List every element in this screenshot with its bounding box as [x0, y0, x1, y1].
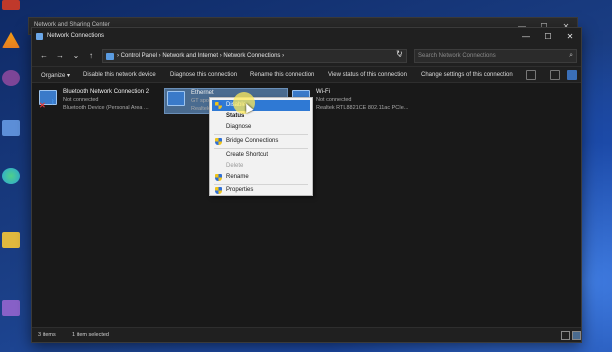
recent-locations-button[interactable]: ⌄	[70, 49, 82, 63]
edge-icon[interactable]	[0, 168, 22, 184]
connection-name: Ethernet	[191, 90, 214, 96]
folder-icon[interactable]	[0, 232, 22, 248]
connection-status: GT spor	[191, 98, 211, 104]
network-connections-app-icon	[36, 33, 43, 40]
menu-item-disable[interactable]: Disable	[212, 100, 310, 111]
admin-shield-icon	[215, 138, 222, 145]
admin-shield-icon	[215, 187, 222, 194]
connection-name: Wi-Fi	[316, 89, 330, 95]
refresh-button[interactable]: ↻	[396, 49, 403, 58]
connection-device: Realtek	[191, 106, 210, 112]
list-item-bluetooth[interactable]: ✕ ᛒ Bluetooth Network Connection 2 Not c…	[37, 88, 162, 114]
organize-menu[interactable]: Organize ▾	[41, 72, 70, 79]
bluetooth-icon: ᛒ	[51, 100, 55, 106]
menu-item-rename[interactable]: Rename	[212, 172, 310, 183]
minimize-button[interactable]: —	[515, 28, 537, 46]
vlc-icon[interactable]	[0, 32, 22, 48]
rename-button[interactable]: Rename this connection	[250, 72, 314, 78]
navigation-bar: ← → ⌄ ↑ › Control Panel › Network and In…	[32, 46, 581, 66]
menu-item-delete: Delete	[226, 163, 244, 169]
diagnose-button[interactable]: Diagnose this connection	[170, 72, 237, 78]
connection-status: Not connected	[63, 97, 99, 103]
view-status-button[interactable]: View status of this connection	[328, 72, 407, 78]
tiles-view-icon[interactable]	[572, 331, 581, 340]
connection-status: Not connected	[316, 97, 352, 103]
back-button[interactable]: ←	[38, 49, 50, 63]
search-placeholder: Search Network Connections	[418, 53, 496, 59]
command-bar: Organize ▾ Disable this network device D…	[32, 66, 581, 83]
control-panel-icon	[106, 53, 114, 60]
menu-item-diagnose[interactable]: Diagnose	[212, 122, 310, 133]
network-adapter-icon	[167, 91, 185, 106]
selection-count: 1 item selected	[72, 332, 109, 338]
forward-button[interactable]: →	[54, 49, 66, 63]
item-count: 3 items	[38, 332, 56, 338]
connection-device: Realtek RTL8821CE 802.11ac PCIe...	[316, 105, 409, 111]
menu-separator	[214, 148, 308, 149]
connection-device: Bluetooth Device (Personal Area ...	[63, 105, 149, 111]
status-bar: 3 items 1 item selected	[32, 327, 581, 342]
breadcrumb[interactable]: › Control Panel › Network and Internet ›…	[117, 53, 284, 59]
title-bar[interactable]: Network Connections — ☐ ✕	[32, 28, 581, 46]
up-button[interactable]: ↑	[85, 49, 97, 63]
search-input[interactable]: Search Network Connections ⌕	[414, 49, 577, 63]
change-settings-button[interactable]: Change settings of this connection	[421, 72, 513, 78]
control-panel-icon[interactable]	[0, 120, 22, 136]
menu-item-status[interactable]: Status	[212, 111, 310, 122]
tor-browser-icon[interactable]	[0, 70, 22, 86]
maximize-button[interactable]: ☐	[537, 28, 559, 46]
preview-pane-icon[interactable]	[550, 70, 560, 80]
menu-item-properties[interactable]: Properties	[212, 185, 310, 196]
recycle-bin-icon[interactable]	[0, 0, 22, 10]
close-button[interactable]: ✕	[559, 28, 581, 46]
visual-studio-icon[interactable]	[0, 300, 22, 316]
connection-name: Bluetooth Network Connection 2	[63, 89, 150, 95]
disable-device-button[interactable]: Disable this network device	[83, 72, 156, 78]
address-bar[interactable]: › Control Panel › Network and Internet ›…	[102, 49, 407, 63]
context-menu: Disable Status Diagnose Bridge Connectio…	[209, 97, 313, 196]
details-view-icon[interactable]	[561, 331, 570, 340]
menu-item-bridge[interactable]: Bridge Connections	[212, 136, 310, 147]
help-icon[interactable]	[567, 70, 577, 80]
menu-item-create-shortcut[interactable]: Create Shortcut	[212, 150, 310, 161]
menu-separator	[214, 134, 308, 135]
view-options-icon[interactable]	[526, 70, 536, 80]
disconnected-icon: ✕	[39, 101, 46, 110]
window-title: Network Connections	[47, 33, 105, 39]
admin-shield-icon	[215, 174, 222, 181]
search-icon: ⌕	[569, 52, 573, 59]
admin-shield-icon	[215, 102, 222, 109]
